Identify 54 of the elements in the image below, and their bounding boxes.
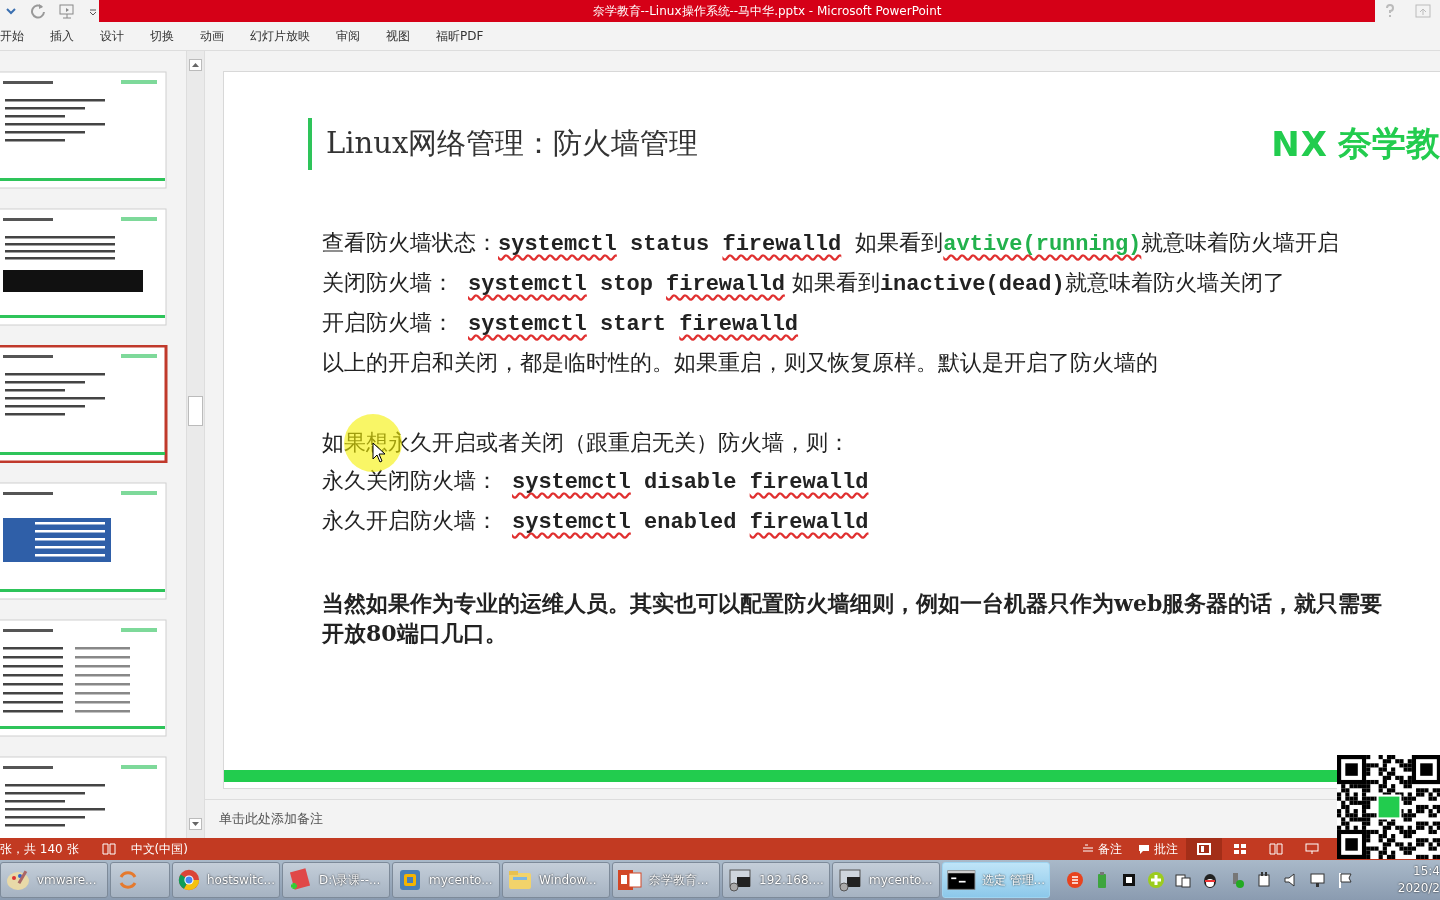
normal-view-icon <box>1197 843 1211 855</box>
slide-thumbnail[interactable] <box>0 345 168 463</box>
notes-button[interactable]: 备注 <box>1074 840 1130 858</box>
devices-icon[interactable] <box>1174 871 1192 889</box>
command-prompt-icon <box>947 867 976 893</box>
window-title: 奈学教育--Linux操作系统--马中华.pptx - Microsoft PowerPoint <box>99 0 1375 22</box>
ribbon-tab[interactable]: 视图 <box>386 27 423 45</box>
browser-icon <box>177 867 201 893</box>
notes-placeholder[interactable]: 单击此处添加备注 <box>219 810 323 828</box>
film-strip-icon[interactable] <box>1120 871 1138 889</box>
input-method-icon[interactable] <box>1066 871 1084 889</box>
ribbon-tab[interactable]: 审阅 <box>336 27 373 45</box>
ribbon-tab[interactable]: 幻灯片放映 <box>250 27 323 45</box>
ribbon-tab[interactable]: 切换 <box>150 27 187 45</box>
slide-text-line: 以上的开启和关闭，都是临时性的。如果重启，则又恢复原样。默认是开启了防火墙的 <box>322 349 1159 377</box>
ribbon-tab[interactable]: 插入 <box>50 27 87 45</box>
slide-title: Linux网络管理：防火墙管理 <box>308 118 699 170</box>
scroll-down-icon[interactable] <box>189 818 202 830</box>
notepad-icon <box>287 867 313 893</box>
undo-icon[interactable] <box>30 3 46 19</box>
slide-text-line: 开启防火墙： systemctl start firewalld <box>322 309 800 339</box>
vm-window-icon <box>397 867 423 893</box>
scroll-up-icon[interactable] <box>189 59 202 71</box>
slide-text-line: 永久开启防火墙： systemctl enabled firewalld <box>322 507 870 537</box>
terminal-lock-icon <box>727 867 753 893</box>
language-label[interactable]: 中文(中国) <box>130 840 188 858</box>
notes-lines-icon <box>1082 844 1094 854</box>
plus-circle-icon[interactable] <box>1147 871 1165 889</box>
slides-app-icon <box>617 867 643 893</box>
projector-screen-icon <box>1305 843 1319 855</box>
speech-bubble-icon <box>1138 843 1150 855</box>
ribbon-tab[interactable]: 设计 <box>100 27 137 45</box>
logo-mark: NX <box>1271 124 1328 164</box>
ribbon-tab[interactable]: 福昕PDF <box>436 27 497 45</box>
book-check-icon[interactable] <box>100 842 117 856</box>
logo-text: 奈学教 <box>1338 122 1440 165</box>
slide-count: 张，共 140 张 <box>0 840 79 858</box>
penguin-icon[interactable] <box>1201 871 1219 889</box>
terminal-lock-icon <box>837 867 863 893</box>
vertical-scrollbar[interactable] <box>186 51 205 838</box>
slide-text-line: 查看防火墙状态：systemctl status firewalld 如果看到avtive(running)就意味着防火墙开启 <box>322 229 1341 259</box>
bold-paragraph: 当然如果作为专业的运维人员。其实也可以配置防火墙细则，例如一台机器只作为web服务器的话，就只需要开放80端口几口。 <box>322 589 1384 648</box>
power-plug-icon[interactable] <box>1255 871 1273 889</box>
slide-text-line: 永久关闭防火墙： systemctl disable firewalld <box>322 467 870 497</box>
scrollbar-thumb[interactable] <box>188 396 203 426</box>
book-icon <box>1269 843 1283 855</box>
ribbon-tab[interactable]: 开始 <box>0 27 37 45</box>
ribbon-tab[interactable]: 动画 <box>200 27 237 45</box>
flag-icon[interactable] <box>1336 871 1354 889</box>
comments-button[interactable]: 批注 <box>1130 840 1186 858</box>
monitor-icon[interactable] <box>1309 871 1327 889</box>
grid-icon <box>1233 843 1247 855</box>
normal-view-button[interactable] <box>1186 838 1222 860</box>
slide-text-line: 关闭防火墙： systemctl stop firewalld 如果看到inactive(dead)就意味着防火墙关闭了 <box>322 269 1286 299</box>
